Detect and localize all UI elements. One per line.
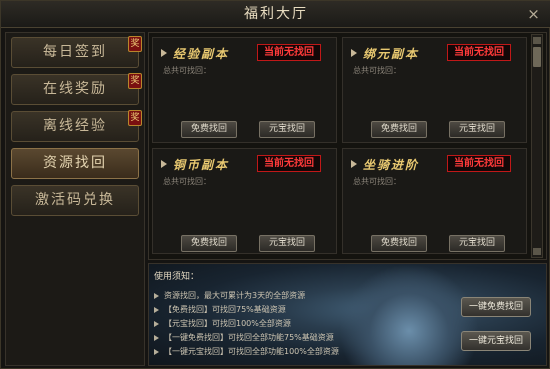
recover-total-label: 总共可找回： xyxy=(353,66,401,75)
gold-recover-button[interactable]: 元宝找回 xyxy=(259,121,315,138)
scroll-down-arrow-icon[interactable] xyxy=(533,248,541,255)
bullet-icon xyxy=(351,160,357,168)
sidebar-item-label: 激活码兑换 xyxy=(35,192,115,208)
close-icon[interactable]: × xyxy=(525,6,542,23)
free-recover-button[interactable]: 免费找回 xyxy=(181,121,237,138)
scroll-up-arrow-icon[interactable] xyxy=(533,37,541,44)
bullet-icon xyxy=(154,348,159,355)
reward-badge: 奖 xyxy=(128,73,142,89)
reward-badge: 奖 xyxy=(128,110,142,126)
card-title: 经验副本 xyxy=(173,47,230,61)
free-recover-all-button[interactable]: 一键免费找回 xyxy=(461,297,531,317)
sidebar-item-resource-recovery[interactable]: 资源找回 xyxy=(11,148,139,179)
bullet-icon xyxy=(161,49,167,57)
status-badge: 当前无找回 xyxy=(257,44,321,61)
recovery-panel: 经验副本 当前无找回 总共可找回： 免费找回 元宝找回 绑元副本 当前无找回 总… xyxy=(148,32,547,260)
title-bar: 福利大厅 × xyxy=(1,1,550,28)
notice-rule: 【一键元宝找回】可找回全部功能100%全部资源 xyxy=(154,346,339,358)
sidebar-item-offline-exp[interactable]: 离线经验 奖 xyxy=(11,110,142,142)
scrollbar-thumb[interactable] xyxy=(533,47,541,67)
scrollbar[interactable] xyxy=(531,34,543,258)
reward-badge: 奖 xyxy=(128,36,142,52)
recovery-card: 经验副本 当前无找回 总共可找回： 免费找回 元宝找回 xyxy=(152,37,337,143)
card-title: 铜币副本 xyxy=(173,158,230,172)
sidebar-item-label: 离线经验 xyxy=(43,118,107,134)
sidebar-item-label: 在线奖励 xyxy=(43,81,107,97)
gold-recover-button[interactable]: 元宝找回 xyxy=(449,235,505,252)
bullet-icon xyxy=(154,320,159,327)
gold-recover-all-button[interactable]: 一键元宝找回 xyxy=(461,331,531,351)
notice-title: 使用须知： xyxy=(154,272,200,282)
welfare-hall-window: 福利大厅 × 每日签到 奖 在线奖励 奖 离线经验 奖 资源找回 激活码兑换 经… xyxy=(0,0,550,369)
recovery-card: 绑元副本 当前无找回 总共可找回： 免费找回 元宝找回 xyxy=(342,37,527,143)
card-title: 坐骑进阶 xyxy=(363,158,420,172)
recover-total-label: 总共可找回： xyxy=(163,66,211,75)
notice-panel: 使用须知： 资源找回，最大可累计为3天的全部资源 【免费找回】可找回75%基础资… xyxy=(148,263,547,366)
sidebar-item-label: 每日签到 xyxy=(43,44,107,60)
sidebar-item-code-redeem[interactable]: 激活码兑换 xyxy=(11,185,139,216)
notice-rule: 【元宝找回】可找回100%全部资源 xyxy=(154,318,291,330)
recovery-card: 铜币副本 当前无找回 总共可找回： 免费找回 元宝找回 xyxy=(152,148,337,254)
gold-recover-button[interactable]: 元宝找回 xyxy=(259,235,315,252)
recovery-card: 坐骑进阶 当前无找回 总共可找回： 免费找回 元宝找回 xyxy=(342,148,527,254)
sidebar-item-online-reward[interactable]: 在线奖励 奖 xyxy=(11,73,142,105)
bullet-icon xyxy=(161,160,167,168)
bullet-icon xyxy=(351,49,357,57)
notice-rule: 【免费找回】可找回75%基础资源 xyxy=(154,304,286,316)
gold-recover-button[interactable]: 元宝找回 xyxy=(449,121,505,138)
notice-rule: 【一键免费找回】可找回全部功能75%基础资源 xyxy=(154,332,334,344)
sidebar-item-daily-sign-in[interactable]: 每日签到 奖 xyxy=(11,36,142,68)
sidebar: 每日签到 奖 在线奖励 奖 离线经验 奖 资源找回 激活码兑换 xyxy=(5,32,145,366)
free-recover-button[interactable]: 免费找回 xyxy=(371,121,427,138)
bullet-icon xyxy=(154,292,159,299)
free-recover-button[interactable]: 免费找回 xyxy=(371,235,427,252)
free-recover-button[interactable]: 免费找回 xyxy=(181,235,237,252)
bullet-icon xyxy=(154,306,159,313)
bullet-icon xyxy=(154,334,159,341)
notice-rule: 资源找回，最大可累计为3天的全部资源 xyxy=(154,290,305,302)
recover-total-label: 总共可找回： xyxy=(353,177,401,186)
window-title: 福利大厅 xyxy=(244,6,308,22)
mountain-background-art xyxy=(339,264,479,365)
card-title: 绑元副本 xyxy=(363,47,420,61)
status-badge: 当前无找回 xyxy=(447,44,511,61)
sidebar-item-label: 资源找回 xyxy=(43,155,107,171)
status-badge: 当前无找回 xyxy=(257,155,321,172)
recover-total-label: 总共可找回： xyxy=(163,177,211,186)
status-badge: 当前无找回 xyxy=(447,155,511,172)
